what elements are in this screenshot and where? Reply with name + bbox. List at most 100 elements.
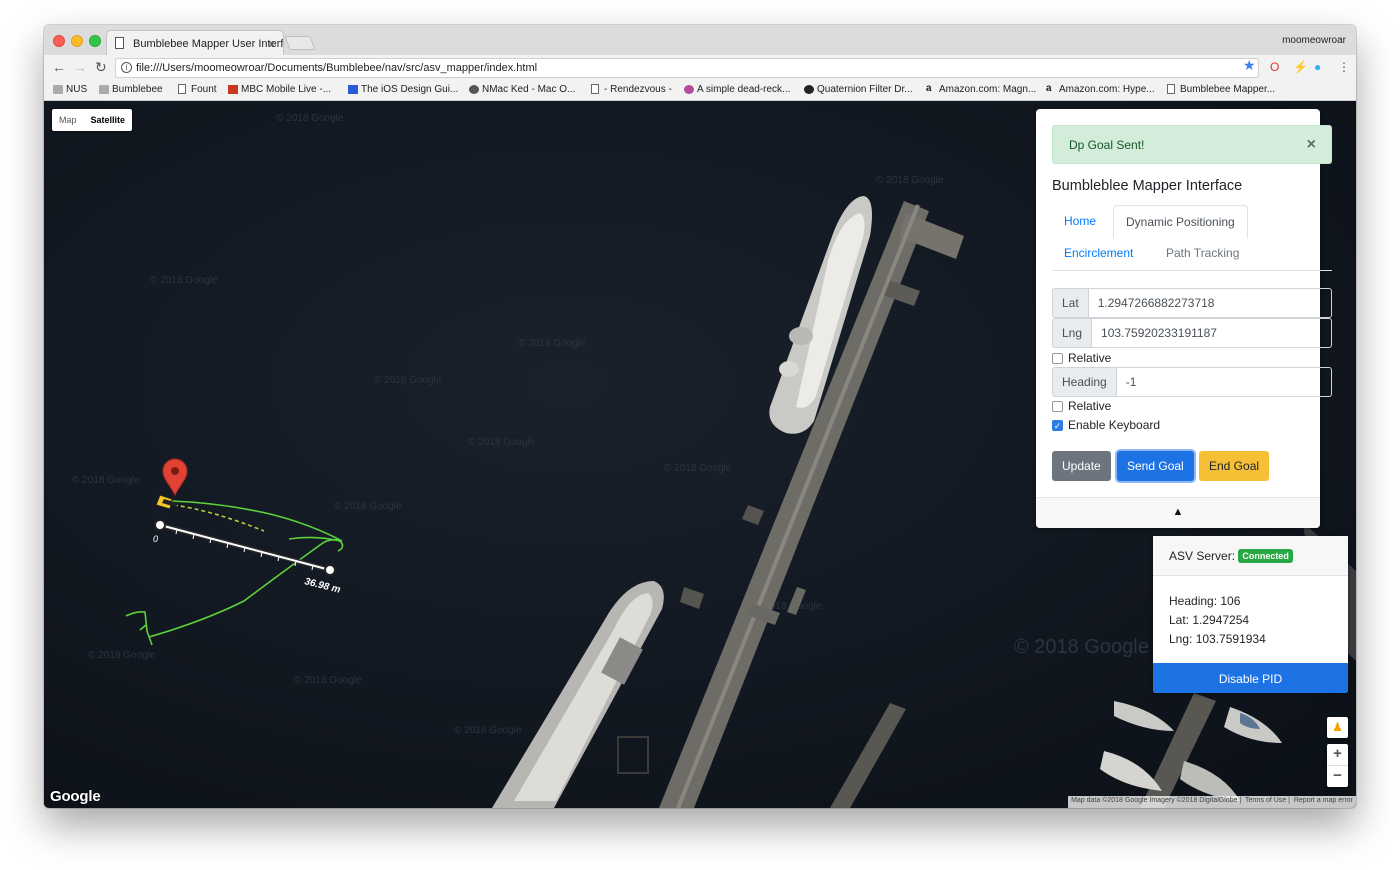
alert-message: Dp Goal Sent! bbox=[1069, 138, 1145, 152]
lat-input[interactable]: 1.2947266882273718 bbox=[1088, 288, 1332, 318]
heading-input-group: Heading -1 bbox=[1052, 367, 1332, 397]
map-watermark: © 2018 Google bbox=[664, 463, 732, 474]
asv-telemetry: Heading: 106 Lat: 1.2947254 Lng: 103.759… bbox=[1153, 576, 1348, 649]
bookmark-item[interactable]: a Amazon.com: Magn... bbox=[926, 83, 1036, 95]
tab-strip: Bumblebee Mapper User Interf × moomeowro… bbox=[44, 25, 1356, 55]
bookmark-item[interactable]: NMac Ked - Mac O... bbox=[469, 84, 575, 95]
map-attribution: Map data ©2018 Google Imagery ©2018 Digi… bbox=[1068, 796, 1356, 808]
reload-icon[interactable]: ↻ bbox=[95, 59, 107, 76]
checkmark-icon[interactable]: ✓ bbox=[1052, 420, 1063, 431]
map-watermark: © 2018 Google bbox=[88, 650, 156, 661]
forward-arrow-icon[interactable]: → bbox=[73, 59, 87, 75]
page-icon bbox=[178, 84, 186, 94]
mode-tabs: Home Dynamic Positioning Encirclement Pa… bbox=[1052, 205, 1332, 271]
browser-tab[interactable]: Bumblebee Mapper User Interf × bbox=[106, 30, 284, 55]
page-icon bbox=[115, 37, 124, 49]
asv-status-card: ASV Server: Connected Heading: 106 Lat: … bbox=[1153, 536, 1348, 693]
opera-extension-icon[interactable]: O bbox=[1270, 60, 1279, 74]
close-tab-icon[interactable]: × bbox=[268, 37, 275, 51]
map-type-map-button[interactable]: Map bbox=[52, 109, 84, 131]
url-text: file:///Users/moomeowroar/Documents/Bumb… bbox=[136, 62, 538, 74]
tab-title: Bumblebee Mapper User Interf bbox=[133, 38, 284, 50]
report-map-error-link[interactable]: Report a map error bbox=[1294, 797, 1353, 804]
map-watermark: © 2018 Google bbox=[876, 175, 944, 186]
map-watermark: © 2018 Google bbox=[334, 501, 402, 512]
tab-encirclement[interactable]: Encirclement bbox=[1052, 237, 1145, 269]
amazon-icon: a bbox=[926, 83, 932, 94]
map-type-satellite-button[interactable]: Satellite bbox=[84, 109, 133, 131]
tab-home[interactable]: Home bbox=[1052, 205, 1108, 237]
lng-readout: Lng: 103.7591934 bbox=[1169, 632, 1266, 646]
map-watermark: © 2018 Google bbox=[374, 375, 442, 386]
map-canvas[interactable]: © 2018 Google © 2018 Google © 2018 Googl… bbox=[44, 101, 1356, 808]
heading-input[interactable]: -1 bbox=[1116, 367, 1332, 397]
folder-icon bbox=[99, 85, 109, 94]
address-bar[interactable]: i file:///Users/moomeowroar/Documents/Bu… bbox=[115, 58, 1259, 78]
collapse-panel-button[interactable]: ▲ bbox=[1036, 497, 1320, 528]
map-watermark: © 2018 Google bbox=[276, 113, 344, 124]
server-label: ASV Server: bbox=[1169, 549, 1236, 563]
github-icon bbox=[804, 85, 814, 94]
lng-input-group: Lng 103.75920233191187 bbox=[1052, 318, 1332, 348]
page-icon bbox=[591, 84, 599, 94]
map-watermark: © 2018 Google bbox=[1014, 636, 1149, 658]
relative-heading-checkbox[interactable]: Relative bbox=[1052, 399, 1111, 413]
back-arrow-icon[interactable]: ← bbox=[52, 59, 66, 75]
lightning-extension-icon[interactable]: ⚡ bbox=[1293, 60, 1308, 74]
end-goal-button[interactable]: End Goal bbox=[1199, 451, 1270, 481]
zoom-control: + − bbox=[1327, 744, 1348, 787]
tab-path-tracking[interactable]: Path Tracking bbox=[1154, 237, 1251, 269]
new-tab-button[interactable] bbox=[284, 36, 316, 50]
checkbox-unchecked[interactable] bbox=[1052, 353, 1063, 364]
bookmark-item[interactable]: Quaternion Filter Dr... bbox=[804, 84, 913, 95]
lat-label: Lat bbox=[1052, 288, 1089, 318]
profile-name[interactable]: moomeowroar bbox=[1282, 35, 1346, 46]
ruler-start-handle[interactable] bbox=[154, 519, 166, 531]
tab-dynamic-positioning[interactable]: Dynamic Positioning bbox=[1113, 205, 1248, 239]
minimize-window-button[interactable] bbox=[71, 35, 83, 47]
checkbox-unchecked[interactable] bbox=[1052, 401, 1063, 412]
menu-dots-icon[interactable]: ⋮ bbox=[1338, 60, 1350, 74]
map-watermark: © 2018 Google bbox=[72, 475, 140, 486]
map-watermark: © 2018 Google bbox=[294, 675, 362, 686]
asv-status-header: ASV Server: Connected bbox=[1153, 536, 1348, 576]
globe-extension-icon[interactable]: ● bbox=[1314, 60, 1321, 74]
bookmark-item[interactable]: Fount bbox=[178, 84, 217, 95]
bookmark-item[interactable]: Bumblebee bbox=[99, 84, 163, 95]
terms-of-use-link[interactable]: Terms of Use bbox=[1245, 797, 1286, 804]
alert-close-icon[interactable]: × bbox=[1307, 136, 1316, 154]
panel-title: Bumbleblee Mapper Interface bbox=[1052, 178, 1243, 194]
bookmark-item[interactable]: MBC Mobile Live -... bbox=[228, 84, 331, 95]
map-watermark: © 2018 Google bbox=[150, 275, 218, 286]
zoom-in-button[interactable]: + bbox=[1327, 744, 1348, 765]
bookmark-item[interactable]: The iOS Design Gui... bbox=[348, 84, 458, 95]
map-type-control: Map Satellite bbox=[52, 109, 133, 131]
heading-label: Heading bbox=[1052, 367, 1117, 397]
lng-label: Lng bbox=[1052, 318, 1093, 348]
close-window-button[interactable] bbox=[53, 35, 65, 47]
send-goal-button[interactable]: Send Goal bbox=[1117, 451, 1194, 481]
bookmark-item[interactable]: NUS bbox=[53, 84, 87, 95]
bookmark-star-icon[interactable]: ★ bbox=[1243, 57, 1256, 74]
bookmark-item[interactable]: A simple dead-reck... bbox=[684, 84, 790, 95]
relative-position-checkbox[interactable]: Relative bbox=[1052, 351, 1111, 365]
browser-window: Bumblebee Mapper User Interf × moomeowro… bbox=[44, 25, 1356, 808]
disable-pid-button[interactable]: Disable PID bbox=[1153, 663, 1348, 693]
lng-input[interactable]: 103.75920233191187 bbox=[1092, 318, 1332, 348]
ruler-end-handle[interactable] bbox=[324, 564, 336, 576]
ios-design-icon bbox=[348, 85, 358, 94]
info-icon[interactable]: i bbox=[121, 62, 132, 73]
success-alert: Dp Goal Sent! × bbox=[1052, 125, 1332, 164]
pegman-icon[interactable]: ♟ bbox=[1327, 717, 1348, 738]
bookmark-item[interactable]: - Rendezvous - bbox=[591, 84, 672, 95]
bookmark-item[interactable]: a Amazon.com: Hype... bbox=[1046, 83, 1155, 95]
zoom-out-button[interactable]: − bbox=[1327, 765, 1348, 786]
map-watermark: © 2018 Google bbox=[518, 338, 586, 349]
enable-keyboard-checkbox[interactable]: ✓ Enable Keyboard bbox=[1052, 418, 1160, 432]
update-button[interactable]: Update bbox=[1052, 451, 1111, 481]
nmac-icon bbox=[469, 85, 479, 94]
bookmark-item[interactable]: Bumblebee Mapper... bbox=[1167, 84, 1275, 95]
maximize-window-button[interactable] bbox=[89, 35, 101, 47]
browser-toolbar: ← → ↻ i file:///Users/moomeowroar/Docume… bbox=[44, 55, 1356, 81]
map-watermark: © 2018 Google bbox=[468, 437, 536, 448]
